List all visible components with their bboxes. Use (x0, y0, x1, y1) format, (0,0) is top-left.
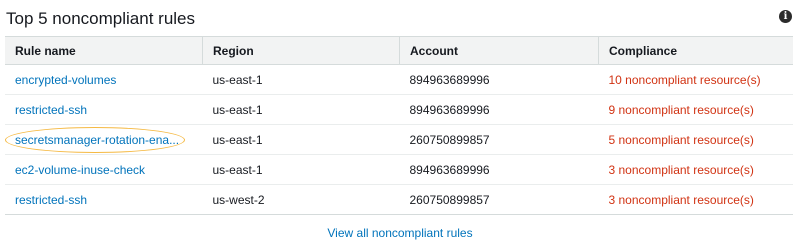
region-cell: us-east-1 (202, 124, 400, 155)
noncompliant-rules-panel: Top 5 noncompliant rules i Rule name Reg… (0, 0, 800, 244)
rule-link[interactable]: ec2-volume-inuse-check (15, 163, 145, 177)
account-cell: 894963689996 (399, 154, 599, 185)
compliance-cell: 9 noncompliant resource(s) (598, 94, 793, 125)
column-header-rule-name: Rule name (5, 36, 203, 65)
table-row: restricted-ssh us-east-1 894963689996 9 … (5, 94, 793, 125)
view-all-noncompliant-rules-link[interactable]: View all noncompliant rules (327, 226, 472, 240)
table-row: secretsmanager-rotation-ena... us-east-1… (5, 124, 793, 155)
table-row: encrypted-volumes us-east-1 894963689996… (5, 64, 793, 95)
panel-footer: View all noncompliant rules (0, 226, 800, 240)
region-cell: us-east-1 (202, 64, 400, 95)
region-cell: us-west-2 (202, 184, 400, 215)
table-row: ec2-volume-inuse-check us-east-1 8949636… (5, 154, 793, 185)
account-cell: 894963689996 (399, 94, 599, 125)
compliance-cell: 3 noncompliant resource(s) (598, 184, 793, 215)
region-cell: us-east-1 (202, 94, 400, 125)
compliance-cell: 10 noncompliant resource(s) (598, 64, 793, 95)
column-header-compliance: Compliance (598, 36, 793, 65)
rule-link[interactable]: restricted-ssh (15, 103, 87, 117)
table-header-row: Rule name Region Account Compliance (5, 36, 793, 65)
rule-link[interactable]: secretsmanager-rotation-ena... (15, 133, 179, 147)
account-cell: 894963689996 (399, 64, 599, 95)
region-cell: us-east-1 (202, 154, 400, 185)
compliance-cell: 5 noncompliant resource(s) (598, 124, 793, 155)
noncompliant-rules-table: Rule name Region Account Compliance encr… (5, 36, 793, 215)
panel-header: Top 5 noncompliant rules i (6, 0, 800, 36)
panel-title: Top 5 noncompliant rules (6, 9, 196, 28)
account-cell: 260750899857 (399, 184, 599, 215)
rule-link[interactable]: encrypted-volumes (15, 73, 116, 87)
rule-link[interactable]: restricted-ssh (15, 193, 87, 207)
column-header-region: Region (202, 36, 400, 65)
table-row: restricted-ssh us-west-2 260750899857 3 … (5, 184, 793, 215)
info-icon[interactable]: i (779, 10, 792, 23)
column-header-account: Account (399, 36, 599, 65)
account-cell: 260750899857 (399, 124, 599, 155)
compliance-cell: 3 noncompliant resource(s) (598, 154, 793, 185)
